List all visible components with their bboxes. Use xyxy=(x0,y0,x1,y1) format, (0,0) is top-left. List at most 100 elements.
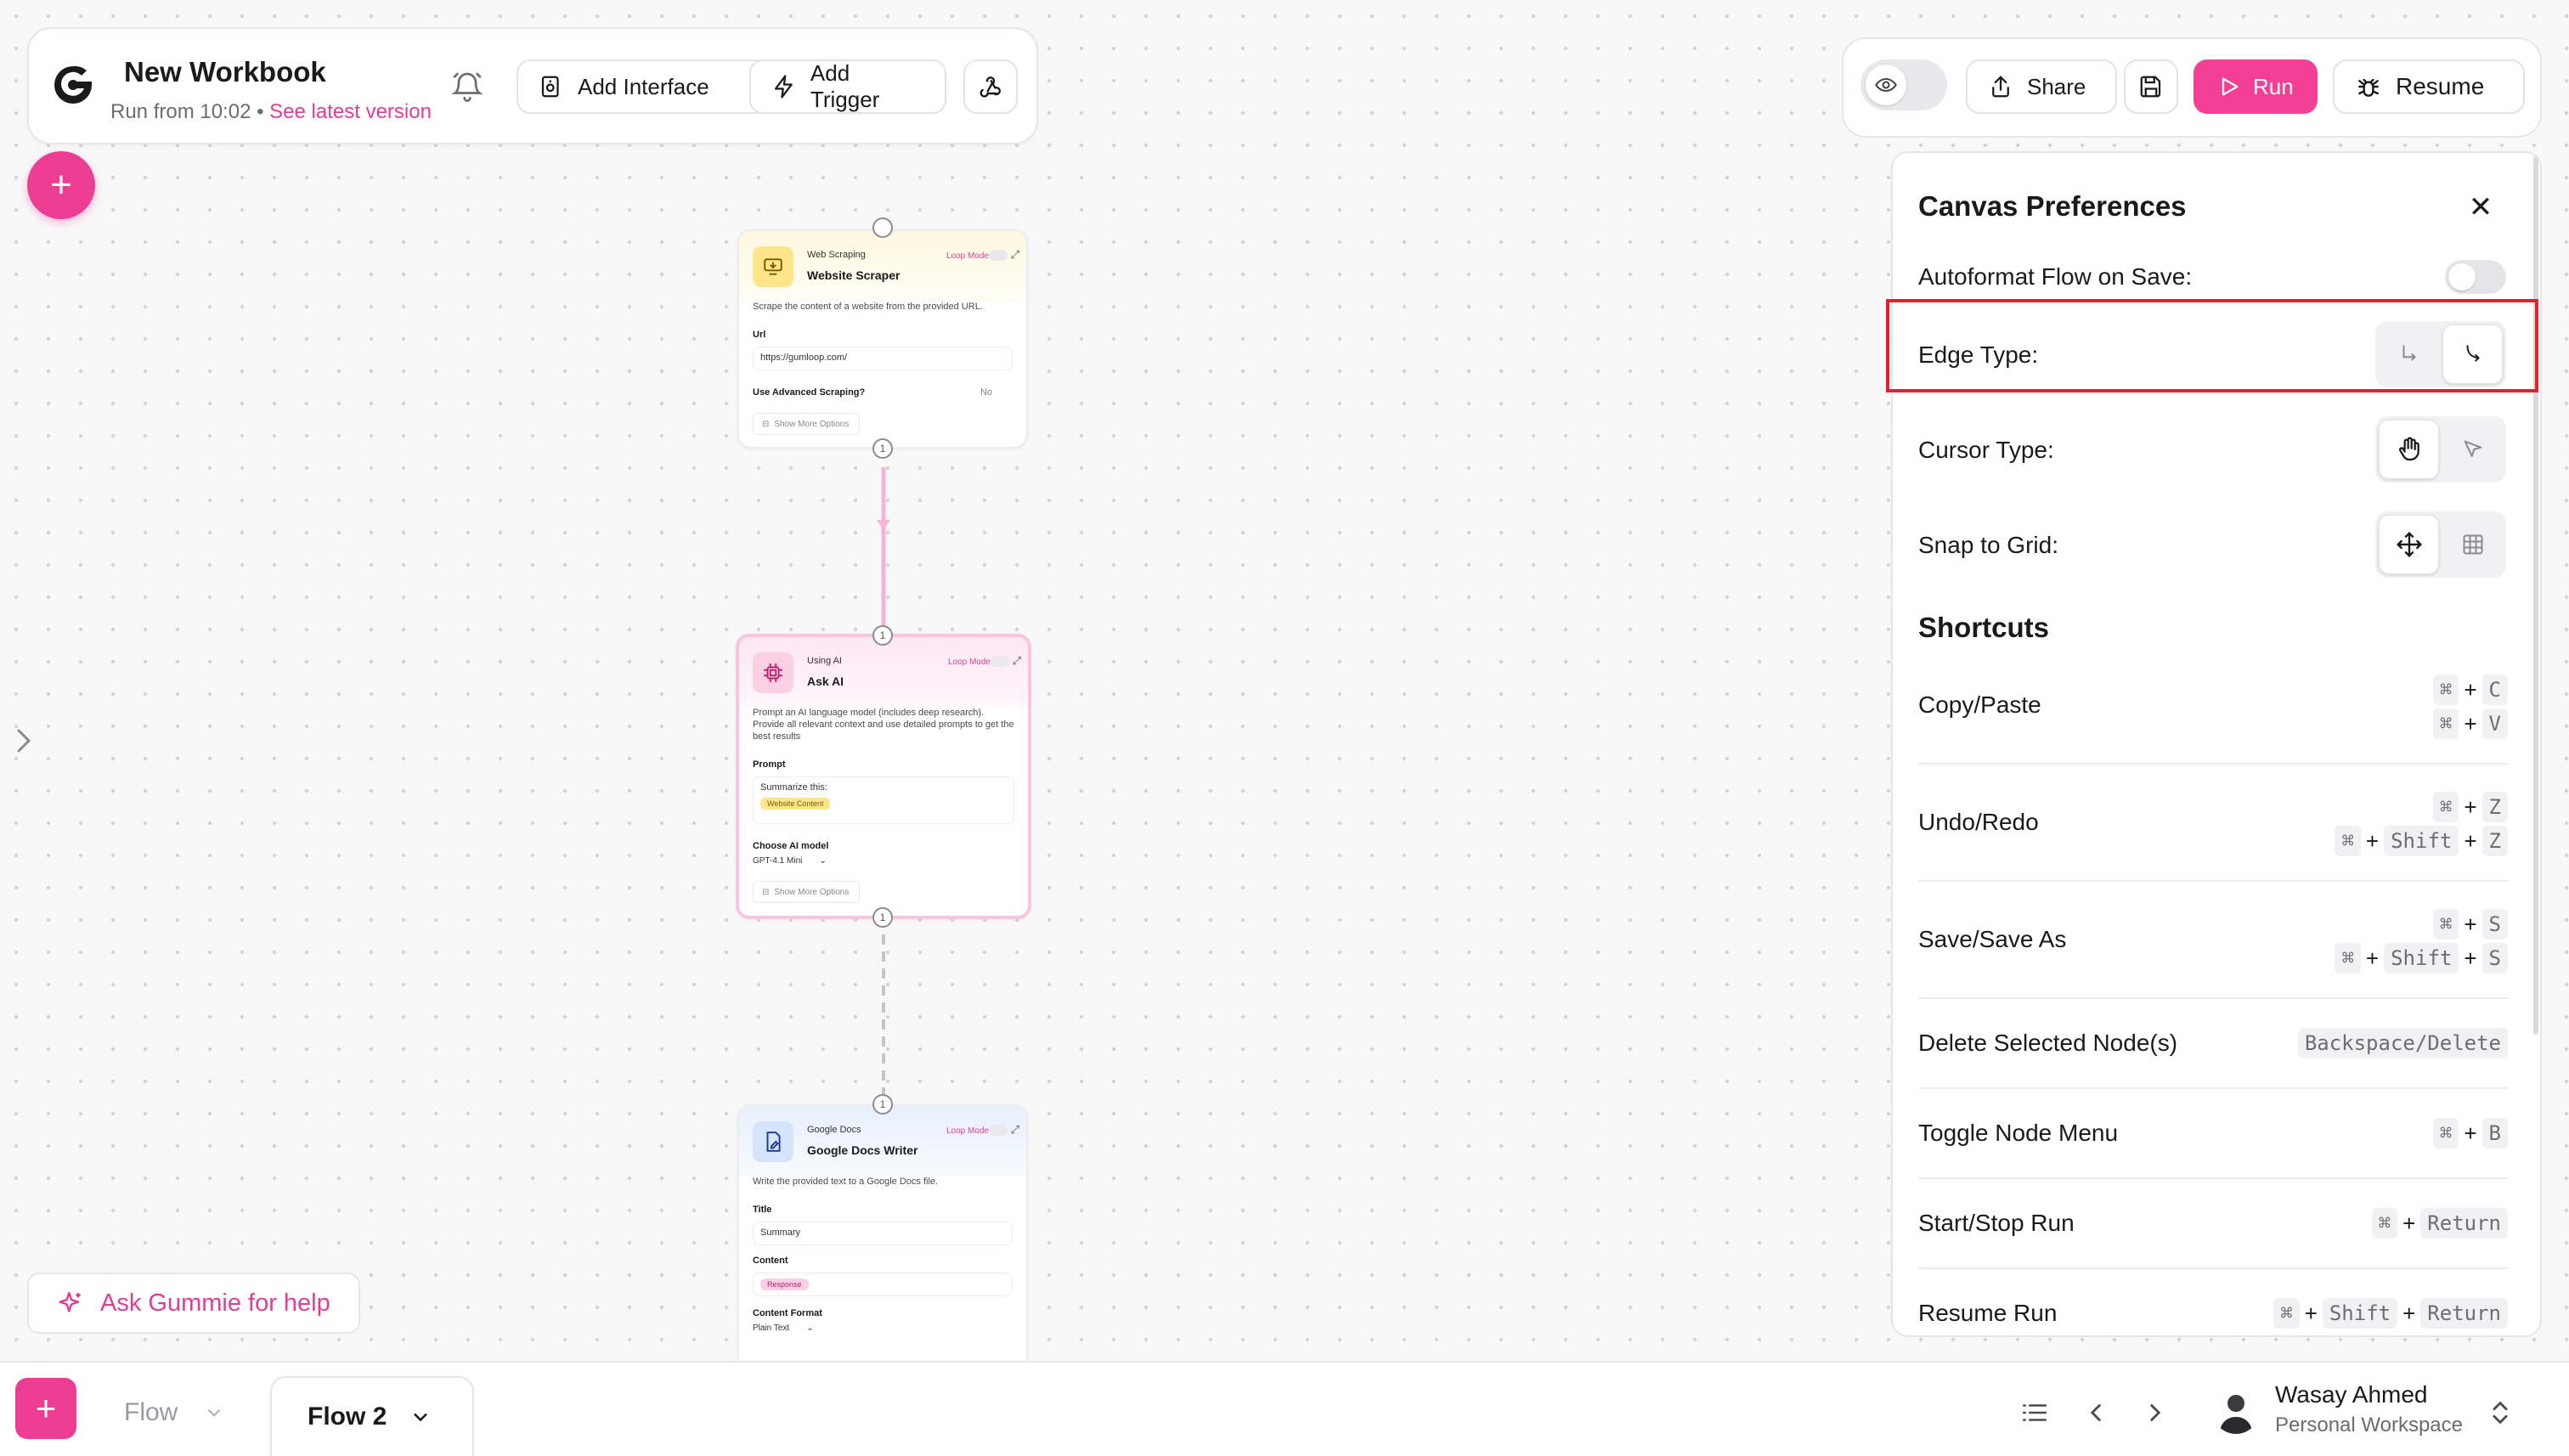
prompt-input[interactable]: Summarize this: Website Content xyxy=(753,776,1014,824)
shift-key: Shift xyxy=(2384,943,2459,973)
z-key: Z xyxy=(2481,826,2508,856)
workbook-title[interactable]: New Workbook xyxy=(124,56,326,88)
panel-scrollbar[interactable] xyxy=(2533,156,2538,1035)
show-more-label: Show More Options xyxy=(774,887,850,897)
content-label: Content xyxy=(753,1256,788,1266)
chevron-left-icon[interactable] xyxy=(2081,1398,2110,1427)
resume-button[interactable]: Resume xyxy=(2333,59,2525,114)
tab-flow-2[interactable]: Flow 2 xyxy=(270,1376,474,1456)
prompt-label: Prompt xyxy=(753,759,786,770)
plus-sign: + xyxy=(2365,827,2380,854)
input-port[interactable] xyxy=(872,217,893,238)
autoformat-label: Autoformat Flow on Save: xyxy=(1918,263,2193,290)
move-icon[interactable] xyxy=(2379,515,2439,574)
close-icon[interactable]: ✕ xyxy=(2464,190,2498,224)
expand-icon[interactable]: ⤢ xyxy=(1011,1123,1019,1137)
format-select[interactable]: Plain Text ⌄ xyxy=(739,1318,1026,1333)
loop-mode-toggle[interactable] xyxy=(989,250,1008,261)
output-port[interactable]: 1 xyxy=(872,438,893,459)
share-icon xyxy=(1992,76,2009,98)
node-ask-ai[interactable]: Using AI Ask AI Loop Mode ⤢ Prompt an AI… xyxy=(736,634,1031,919)
title-input[interactable]: Summary xyxy=(753,1222,1013,1245)
shift-key: Shift xyxy=(2384,826,2459,856)
add-trigger-button[interactable]: Add Trigger xyxy=(749,59,946,114)
plus-sign: + xyxy=(2464,911,2477,937)
divider xyxy=(1918,997,2508,999)
input-port[interactable]: 1 xyxy=(872,1094,893,1115)
bell-icon[interactable] xyxy=(450,70,484,104)
plus-sign: + xyxy=(2464,710,2477,736)
workspace-name[interactable]: Personal Workspace xyxy=(2275,1414,2463,1437)
run-from-text: Run from 10:02 xyxy=(110,100,251,123)
s-key: S xyxy=(2481,909,2508,940)
output-port[interactable]: 1 xyxy=(872,907,893,928)
return-key: Return xyxy=(2420,1208,2508,1239)
share-button[interactable]: Share xyxy=(1966,59,2117,114)
sparkle-icon xyxy=(59,1291,81,1312)
advanced-label: Use Advanced Scraping? xyxy=(753,387,866,398)
gumloop-logo-icon[interactable] xyxy=(49,61,97,109)
add-flow-button[interactable]: + xyxy=(15,1378,76,1439)
add-interface-label: Add Interface xyxy=(578,73,709,99)
shortcut-label: Undo/Redo xyxy=(1918,809,2039,835)
add-node-button[interactable]: + xyxy=(27,151,95,219)
plus-sign: + xyxy=(2464,827,2477,854)
node-google-docs-writer[interactable]: Google Docs Google Docs Writer Loop Mode… xyxy=(737,1104,1028,1376)
see-latest-version-link[interactable]: See latest version xyxy=(269,100,432,123)
title-label: Title xyxy=(753,1205,772,1215)
chevron-up-down-icon[interactable] xyxy=(2486,1397,2515,1429)
plus-sign: + xyxy=(2402,1300,2416,1326)
url-input[interactable]: https://gumloop.com/ xyxy=(753,347,1013,370)
content-input[interactable]: Response xyxy=(753,1273,1013,1296)
loop-mode-toggle[interactable] xyxy=(989,1125,1008,1136)
input-port[interactable]: 1 xyxy=(872,625,893,646)
autoformat-toggle[interactable] xyxy=(2445,260,2506,294)
ask-gummie-button[interactable]: Ask Gummie for help xyxy=(27,1273,360,1334)
snap-selector xyxy=(2375,511,2506,578)
avatar[interactable] xyxy=(2212,1386,2260,1434)
webhook-button[interactable] xyxy=(963,59,1018,114)
add-interface-button[interactable]: Add Interface xyxy=(517,59,775,114)
run-button[interactable]: Run xyxy=(2194,59,2318,114)
preview-toggle[interactable] xyxy=(1860,59,1947,110)
divider xyxy=(1918,1177,2508,1179)
grid-icon[interactable] xyxy=(2442,515,2503,574)
list-icon[interactable] xyxy=(2020,1398,2049,1427)
s-key: S xyxy=(2481,943,2508,973)
c-key: C xyxy=(2481,674,2508,705)
loop-mode-toggle[interactable] xyxy=(991,656,1009,667)
shortcut-label: Delete Selected Node(s) xyxy=(1918,1030,2178,1056)
chevron-down-icon: ⌄ xyxy=(819,856,827,866)
b-key: B xyxy=(2481,1118,2508,1148)
url-label: Url xyxy=(753,330,766,340)
save-icon xyxy=(2140,76,2161,98)
cmd-key: ⌘ xyxy=(2432,674,2459,705)
pointer-cursor-icon[interactable] xyxy=(2442,420,2503,479)
advanced-value[interactable]: No xyxy=(980,387,992,398)
save-button[interactable] xyxy=(2124,59,2178,114)
tab-flow[interactable]: Flow xyxy=(124,1398,225,1427)
divider xyxy=(1918,880,2508,882)
chip-icon xyxy=(753,652,793,693)
cmd-key: ⌘ xyxy=(2432,792,2459,822)
response-pill[interactable]: Response xyxy=(760,1278,809,1290)
hand-icon[interactable] xyxy=(2379,420,2439,479)
website-content-pill[interactable]: Website Content xyxy=(760,798,831,810)
lightning-icon xyxy=(774,75,793,99)
resume-label: Resume xyxy=(2396,73,2485,99)
chevron-right-icon[interactable] xyxy=(2141,1398,2170,1427)
show-more-options-button[interactable]: ⊟ Show More Options xyxy=(753,881,860,903)
expand-icon[interactable]: ⤢ xyxy=(1011,248,1019,262)
model-select[interactable]: GPT-4.1 Mini ⌄ xyxy=(739,851,1028,866)
plus-sign: + xyxy=(2464,793,2477,820)
chevron-right-icon[interactable] xyxy=(10,724,36,758)
expand-icon[interactable]: ⤢ xyxy=(1013,654,1021,668)
user-name[interactable]: Wasay Ahmed xyxy=(2275,1381,2427,1408)
chevron-down-icon xyxy=(414,1413,428,1422)
z-key: Z xyxy=(2481,792,2508,822)
interface-icon xyxy=(541,76,559,98)
run-info: Run from 10:02 • See latest version xyxy=(110,100,432,124)
node-description: Prompt an AI language model (includes de… xyxy=(753,708,1014,742)
show-more-options-button[interactable]: ⊟ Show More Options xyxy=(753,413,860,435)
node-website-scraper[interactable]: Web Scraping Website Scraper Loop Mode ⤢… xyxy=(737,229,1028,449)
